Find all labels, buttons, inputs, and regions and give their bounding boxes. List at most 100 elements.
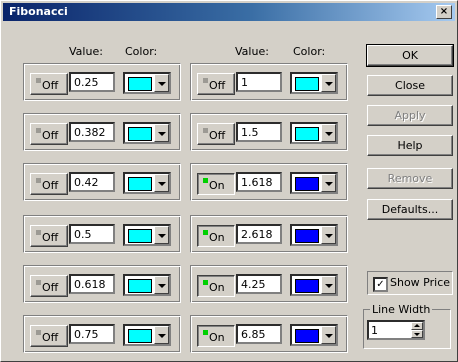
- toggle-label: Off: [42, 281, 59, 294]
- color-picker[interactable]: [123, 72, 171, 94]
- fib-level-row: Off 1.5: [190, 113, 348, 151]
- toggle-button[interactable]: On: [197, 325, 235, 347]
- status-led-icon: [36, 178, 41, 183]
- color-picker[interactable]: [123, 274, 171, 296]
- dropdown-arrow-icon[interactable]: [321, 124, 336, 142]
- spin-down-icon[interactable]: [411, 330, 423, 338]
- status-led-icon: [36, 230, 41, 235]
- toggle-button[interactable]: Off: [197, 73, 235, 95]
- show-price-label: Show Price: [390, 276, 451, 289]
- dropdown-arrow-icon[interactable]: [154, 226, 169, 244]
- dropdown-arrow-icon[interactable]: [154, 74, 169, 92]
- line-width-group: Line Width 1: [363, 303, 451, 349]
- status-led-icon: [203, 178, 208, 183]
- fibonacci-dialog: Fibonacci × Value: Color: Value: Color: …: [0, 0, 458, 362]
- color-swatch: [128, 77, 152, 91]
- toggle-button[interactable]: Off: [30, 173, 68, 195]
- level-value-input[interactable]: 4.25: [236, 274, 282, 294]
- level-value-input[interactable]: 0.618: [69, 274, 115, 294]
- toggle-button[interactable]: Off: [30, 123, 68, 145]
- apply-button[interactable]: Apply: [367, 105, 453, 126]
- toggle-label: Off: [209, 79, 226, 92]
- color-swatch: [295, 279, 319, 293]
- toggle-label: On: [209, 331, 225, 344]
- ok-button[interactable]: OK: [366, 44, 454, 67]
- close-window-icon[interactable]: ×: [436, 5, 452, 19]
- fib-level-row: Off 0.25: [23, 63, 181, 101]
- color-picker[interactable]: [290, 72, 338, 94]
- color-picker[interactable]: [290, 172, 338, 194]
- fib-level-row: On 2.618: [190, 215, 348, 253]
- dropdown-arrow-icon[interactable]: [321, 226, 336, 244]
- fib-level-row: Off 1: [190, 63, 348, 101]
- fib-level-row: Off 0.618: [23, 265, 181, 303]
- dropdown-arrow-icon[interactable]: [321, 74, 336, 92]
- fib-level-row: Off 0.42: [23, 163, 181, 201]
- color-picker[interactable]: [290, 274, 338, 296]
- check-icon[interactable]: ✓: [373, 277, 388, 292]
- toggle-button[interactable]: On: [197, 275, 235, 297]
- color-picker[interactable]: [290, 324, 338, 346]
- color-swatch: [295, 229, 319, 243]
- fib-level-row: On 1.618: [190, 163, 348, 201]
- window-title: Fibonacci: [9, 5, 68, 18]
- color-picker[interactable]: [123, 324, 171, 346]
- color-swatch: [295, 329, 319, 343]
- toggle-label: On: [209, 231, 225, 244]
- color-swatch: [128, 127, 152, 141]
- status-led-icon: [203, 330, 208, 335]
- line-width-title: Line Width: [370, 303, 433, 316]
- help-button[interactable]: Help: [367, 135, 453, 156]
- toggle-button[interactable]: On: [197, 225, 235, 247]
- toggle-label: Off: [42, 231, 59, 244]
- dropdown-arrow-icon[interactable]: [154, 326, 169, 344]
- defaults-button[interactable]: Defaults...: [367, 199, 453, 220]
- level-value-input[interactable]: 0.5: [69, 224, 115, 244]
- spin-up-icon[interactable]: [411, 322, 423, 330]
- dropdown-arrow-icon[interactable]: [321, 326, 336, 344]
- close-button[interactable]: Close: [367, 75, 453, 96]
- dropdown-arrow-icon[interactable]: [321, 276, 336, 294]
- toggle-label: Off: [42, 129, 59, 142]
- toggle-button[interactable]: Off: [30, 225, 68, 247]
- dropdown-arrow-icon[interactable]: [154, 124, 169, 142]
- toggle-button[interactable]: Off: [30, 325, 68, 347]
- color-swatch: [295, 77, 319, 91]
- line-width-spinner[interactable]: 1: [367, 320, 425, 340]
- toggle-button[interactable]: On: [197, 173, 235, 195]
- level-value-input[interactable]: 0.25: [69, 72, 115, 92]
- level-value-input[interactable]: 2.618: [236, 224, 282, 244]
- color-picker[interactable]: [123, 172, 171, 194]
- color-swatch: [295, 127, 319, 141]
- color-picker[interactable]: [123, 224, 171, 246]
- color-picker[interactable]: [290, 224, 338, 246]
- color-swatch: [128, 177, 152, 191]
- header-value-left: Value:: [69, 45, 103, 58]
- color-swatch: [295, 177, 319, 191]
- fib-level-row: Off 0.75: [23, 315, 181, 353]
- toggle-button[interactable]: Off: [197, 123, 235, 145]
- level-value-input[interactable]: 0.42: [69, 172, 115, 192]
- toggle-label: On: [209, 179, 225, 192]
- level-value-input[interactable]: 1.618: [236, 172, 282, 192]
- dropdown-arrow-icon[interactable]: [154, 174, 169, 192]
- color-swatch: [128, 229, 152, 243]
- toggle-button[interactable]: Off: [30, 73, 68, 95]
- color-picker[interactable]: [123, 122, 171, 144]
- color-picker[interactable]: [290, 122, 338, 144]
- level-value-input[interactable]: 1: [236, 72, 282, 92]
- toggle-label: Off: [42, 179, 59, 192]
- level-value-input[interactable]: 1.5: [236, 122, 282, 142]
- toggle-button[interactable]: Off: [30, 275, 68, 297]
- remove-button[interactable]: Remove: [367, 168, 453, 189]
- level-value-input[interactable]: 0.382: [69, 122, 115, 142]
- show-price-checkbox[interactable]: ✓ Show Price: [367, 271, 453, 295]
- level-value-input[interactable]: 0.75: [69, 324, 115, 344]
- status-led-icon: [36, 78, 41, 83]
- level-value-input[interactable]: 6.85: [236, 324, 282, 344]
- dropdown-arrow-icon[interactable]: [154, 276, 169, 294]
- fib-level-row: On 6.85: [190, 315, 348, 353]
- fib-level-row: On 4.25: [190, 265, 348, 303]
- toggle-label: Off: [209, 129, 226, 142]
- dropdown-arrow-icon[interactable]: [321, 174, 336, 192]
